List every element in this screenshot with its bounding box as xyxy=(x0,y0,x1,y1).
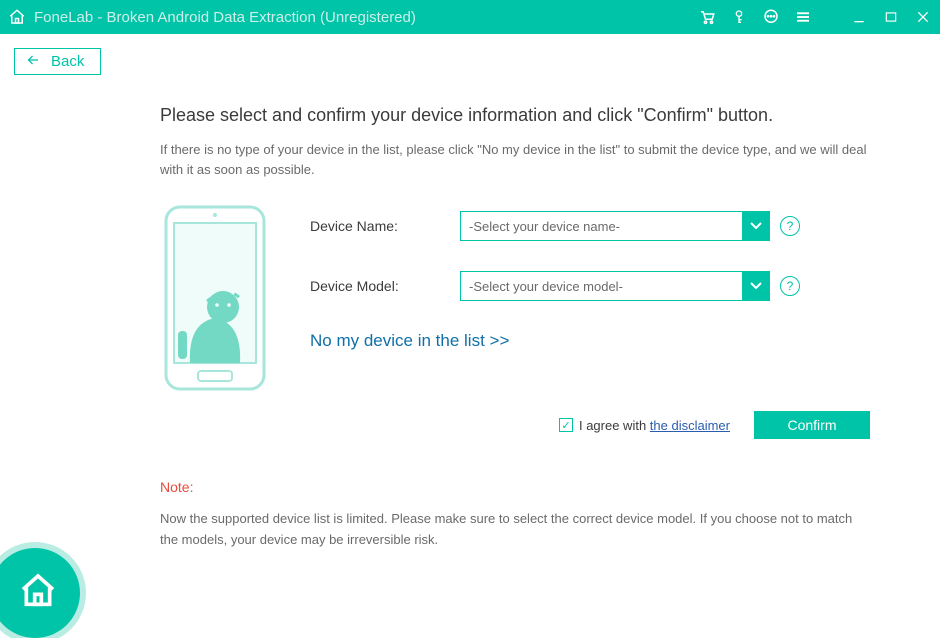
note-text: Now the supported device list is limited… xyxy=(160,509,870,551)
chevron-down-icon xyxy=(742,211,770,241)
minimize-icon[interactable] xyxy=(850,8,868,26)
chat-icon[interactable] xyxy=(762,8,780,26)
phone-illustration xyxy=(160,203,270,439)
disclaimer-link[interactable]: the disclaimer xyxy=(650,418,730,433)
home-icon[interactable] xyxy=(8,8,26,26)
back-button[interactable]: Back xyxy=(14,48,101,75)
device-name-select[interactable]: -Select your device name- xyxy=(460,211,770,241)
device-model-label: Device Model: xyxy=(310,278,460,294)
main-content: Please select and confirm your device in… xyxy=(0,75,940,551)
device-model-value: -Select your device model- xyxy=(469,279,623,294)
key-icon[interactable] xyxy=(730,8,748,26)
note-section: Note: Now the supported device list is l… xyxy=(160,479,870,551)
page-subtext: If there is no type of your device in th… xyxy=(160,140,870,179)
titlebar-left: FoneLab - Broken Android Data Extraction… xyxy=(8,8,416,26)
no-device-link[interactable]: No my device in the list >> xyxy=(310,331,870,351)
fields: Device Name: -Select your device name- ?… xyxy=(310,203,870,439)
agree-prefix: I agree with xyxy=(579,418,650,433)
home-fab[interactable] xyxy=(0,548,80,638)
app-title: FoneLab - Broken Android Data Extraction… xyxy=(34,9,416,26)
close-icon[interactable] xyxy=(914,8,932,26)
device-name-row: Device Name: -Select your device name- ? xyxy=(310,211,870,241)
device-name-value: -Select your device name- xyxy=(469,219,620,234)
agree-checkbox[interactable]: ✓ xyxy=(559,418,573,432)
titlebar: FoneLab - Broken Android Data Extraction… xyxy=(0,0,940,34)
titlebar-right xyxy=(698,8,932,26)
device-model-select[interactable]: -Select your device model- xyxy=(460,271,770,301)
agree-check: ✓ I agree with the disclaimer xyxy=(559,418,730,433)
menu-icon[interactable] xyxy=(794,8,812,26)
help-icon[interactable]: ? xyxy=(780,276,800,296)
form-area: Device Name: -Select your device name- ?… xyxy=(160,203,870,439)
agree-row: ✓ I agree with the disclaimer Confirm xyxy=(310,411,870,439)
device-model-row: Device Model: -Select your device model-… xyxy=(310,271,870,301)
home-icon xyxy=(18,571,58,611)
maximize-icon[interactable] xyxy=(882,8,900,26)
page-heading: Please select and confirm your device in… xyxy=(160,105,870,126)
arrow-left-icon xyxy=(25,53,41,70)
back-label: Back xyxy=(51,53,84,70)
chevron-down-icon xyxy=(742,271,770,301)
confirm-button[interactable]: Confirm xyxy=(754,411,870,439)
help-icon[interactable]: ? xyxy=(780,216,800,236)
device-name-label: Device Name: xyxy=(310,218,460,234)
cart-icon[interactable] xyxy=(698,8,716,26)
note-label: Note: xyxy=(160,479,870,495)
